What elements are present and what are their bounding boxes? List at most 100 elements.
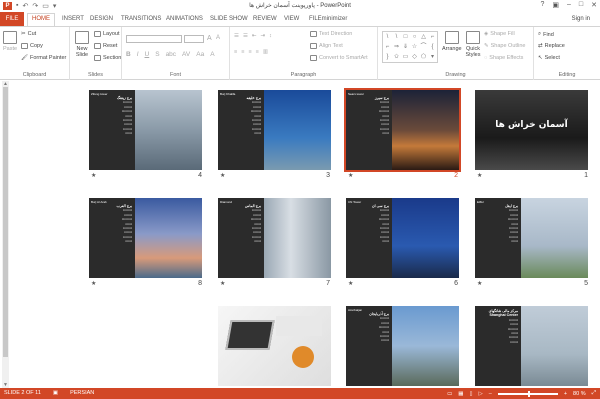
decrease-indent-icon[interactable]: ⇤ (252, 33, 257, 39)
language-indicator[interactable]: PERSIAN (70, 390, 94, 396)
star-shape-icon[interactable]: ☆ (410, 42, 419, 52)
zoom-level[interactable]: 80 % (573, 391, 586, 397)
slide-thumbnail-5[interactable]: Eiffel برج ایفل ▪▪▪▪▪▪▪▪ ▪▪▪▪▪▪▪ ▪▪▪▪▪▪▪▪▪… (475, 198, 588, 278)
slide-thumbnail-10[interactable]: Azerbaijan برج آذربایجان ▪▪▪▪▪▪▪▪ ▪▪▪▪▪▪▪… (346, 306, 459, 386)
scrollbar-thumb[interactable] (3, 87, 8, 357)
more-shapes-icon[interactable]: ▾ (428, 52, 437, 62)
tab-slide-show[interactable]: SLIDE SHOW (210, 14, 248, 25)
shadow-icon[interactable]: S (155, 51, 159, 58)
align-right-icon[interactable]: ≡ (248, 49, 251, 55)
change-case-icon[interactable]: Aa (196, 51, 204, 58)
close-icon[interactable]: ✕ (591, 1, 597, 9)
slideshow-view-icon[interactable]: ▷ (479, 391, 483, 397)
rect-shape-icon[interactable]: ▭ (401, 52, 410, 62)
underline-icon[interactable]: U (145, 51, 150, 58)
font-name-combo[interactable] (126, 35, 182, 43)
bullets-icon[interactable]: ☰ (234, 33, 239, 39)
slide-thumbnail-1[interactable]: آسمان خراش ها (475, 90, 588, 170)
line-spacing-icon[interactable]: ↕ (269, 33, 272, 39)
paste-button[interactable]: Paste (3, 31, 17, 52)
justify-icon[interactable]: ≡ (256, 49, 259, 55)
slide-sorter-view-icon[interactable]: ▦ (458, 391, 463, 397)
zoom-slider-knob[interactable] (527, 390, 530, 397)
line-shape-icon[interactable]: ⌐ (428, 32, 437, 42)
sign-in-link[interactable]: Sign in (572, 16, 590, 22)
arrow-shape-icon[interactable]: ⇓ (401, 42, 410, 52)
star-shape-icon[interactable]: ✩ (392, 52, 401, 62)
find-button[interactable]: ⌕ Find (538, 31, 554, 38)
brace-shape-icon[interactable]: { (428, 42, 437, 52)
new-slide-button[interactable]: New Slide (73, 31, 91, 58)
cut-button[interactable]: ✂ Cut (21, 31, 36, 37)
ribbon-display-icon[interactable]: ▣ (552, 1, 559, 9)
slide-thumbnail-9[interactable]: مرکز مالی شانگهای Shanghai Center ▪▪▪▪▪▪… (475, 306, 588, 386)
normal-view-icon[interactable]: ▭ (447, 391, 452, 397)
strikethrough-icon[interactable]: abc (166, 51, 176, 58)
line-shape-icon[interactable]: ⌐ (383, 42, 392, 52)
font-size-combo[interactable] (184, 35, 204, 43)
transition-star-icon[interactable]: ★ (348, 172, 353, 179)
arrange-button[interactable]: Arrange (442, 31, 462, 52)
tab-animations[interactable]: ANIMATIONS (166, 14, 203, 25)
diamond-shape-icon[interactable]: ◇ (410, 52, 419, 62)
quick-styles-button[interactable]: Quick Styles (464, 31, 482, 58)
columns-icon[interactable]: ▥ (263, 49, 268, 55)
transition-star-icon[interactable]: ★ (220, 280, 225, 287)
increase-font-icon[interactable]: A (207, 35, 212, 42)
tab-transitions[interactable]: TRANSITIONS (121, 14, 161, 25)
select-button[interactable]: ↖ Select (538, 55, 560, 61)
text-direction-button[interactable]: Text Direction (310, 31, 352, 37)
copy-button[interactable]: Copy (21, 43, 43, 49)
spellcheck-icon[interactable]: ▣ (53, 390, 58, 396)
numbering-icon[interactable]: ☰ (243, 33, 248, 39)
convert-smartart-button[interactable]: Convert to SmartArt (310, 55, 368, 61)
slide-thumbnail-3[interactable]: Burj Khalifa برج خلیفه ▪▪▪▪▪▪▪▪ ▪▪▪▪▪▪▪ ▪▪… (218, 90, 331, 170)
font-color-icon[interactable]: A (210, 51, 214, 58)
transition-star-icon[interactable]: ★ (477, 172, 482, 179)
slide-thumbnail-6[interactable]: CN Tower برج سی ان ▪▪▪▪▪▪▪▪ ▪▪▪▪▪▪▪ ▪▪▪▪▪▪… (346, 198, 459, 278)
tab-insert[interactable]: INSERT (62, 14, 84, 25)
slide-thumbnail-7[interactable]: Diamond برج الماس ▪▪▪▪▪▪▪▪ ▪▪▪▪▪▪▪ ▪▪▪▪▪▪▪… (218, 198, 331, 278)
arrow-shape-icon[interactable]: ⇒ (392, 42, 401, 52)
shape-outline-button[interactable]: ✎ Shape Outline (484, 43, 525, 49)
line-shape-icon[interactable]: \ (383, 32, 392, 42)
fit-slide-icon[interactable]: ⤢ (592, 390, 596, 397)
zoom-in-icon[interactable]: + (564, 391, 567, 397)
italic-icon[interactable]: I (137, 51, 139, 58)
transition-star-icon[interactable]: ★ (91, 172, 96, 179)
help-icon[interactable]: ? (540, 1, 544, 9)
oval-shape-icon[interactable]: ○ (410, 32, 419, 42)
reset-button[interactable]: Reset (94, 43, 117, 49)
triangle-shape-icon[interactable]: △ (419, 32, 428, 42)
bold-icon[interactable]: B (126, 51, 131, 58)
tab-design[interactable]: DESIGN (90, 14, 113, 25)
maximize-icon[interactable]: □ (579, 1, 583, 9)
slide-thumbnail-8[interactable]: Burj Al Arab برج العرب ▪▪▪▪▪▪▪▪ ▪▪▪▪▪▪▪ ▪▪… (89, 198, 202, 278)
zoom-out-icon[interactable]: – (489, 391, 492, 397)
layout-button[interactable]: Layout (94, 31, 120, 37)
slide-thumbnail-4[interactable]: Zifeng tower برج زیفنگ ▪▪▪▪▪▪▪▪ ▪▪▪▪▪▪▪ ▪▪… (89, 90, 202, 170)
transition-star-icon[interactable]: ★ (477, 280, 482, 287)
align-center-icon[interactable]: ≡ (241, 49, 244, 55)
zoom-slider[interactable] (497, 390, 558, 397)
shape-fill-button[interactable]: ◈ Shape Fill (484, 31, 515, 37)
shapes-gallery[interactable]: \ \ □ ○ △ ⌐ ⌐ ⇒ ⇓ ☆ ⌒{ } ✩ ▭ ◇ ⬠ ▾ (382, 31, 438, 63)
line-shape-icon[interactable]: \ (392, 32, 401, 42)
transition-star-icon[interactable]: ★ (91, 280, 96, 287)
format-painter-button[interactable]: 🖌 Format Painter (21, 55, 66, 61)
replace-button[interactable]: ⇄ Replace (538, 43, 565, 49)
decrease-font-icon[interactable]: A (216, 35, 220, 41)
transition-star-icon[interactable]: ★ (220, 172, 225, 179)
pentagon-shape-icon[interactable]: ⬠ (419, 52, 428, 62)
rect-shape-icon[interactable]: □ (401, 32, 410, 42)
align-text-button[interactable]: Align Text (310, 43, 343, 49)
tab-review[interactable]: REVIEW (253, 14, 277, 25)
minimize-icon[interactable]: – (567, 1, 571, 9)
char-spacing-icon[interactable]: AV (182, 51, 190, 58)
slide-thumbnail-2[interactable]: Sears tower برج سیرز ▪▪▪▪▪▪▪▪ ▪▪▪▪▪▪▪ ▪▪▪▪… (344, 88, 461, 172)
brace-shape-icon[interactable]: } (383, 52, 392, 62)
transition-star-icon[interactable]: ★ (348, 280, 353, 287)
curve-shape-icon[interactable]: ⌒ (419, 42, 428, 52)
increase-indent-icon[interactable]: ⇥ (260, 33, 265, 39)
shape-effects-button[interactable]: ◌ Shape Effects (484, 55, 523, 61)
